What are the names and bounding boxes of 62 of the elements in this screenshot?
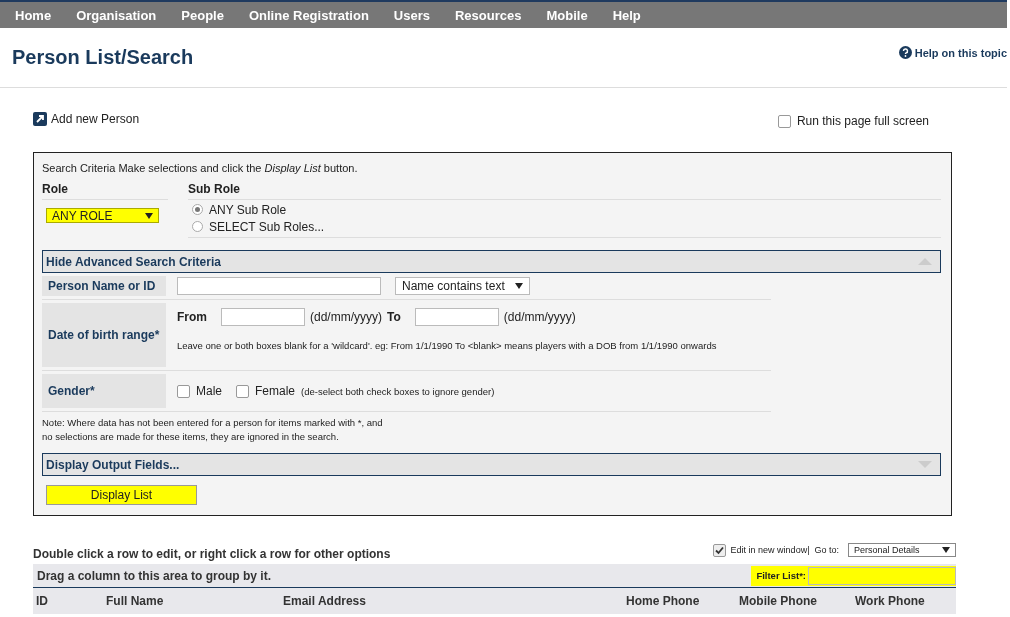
column-header[interactable]: Email Address <box>283 594 626 608</box>
date-format-hint: (dd/mm/yyyy) <box>503 310 576 324</box>
column-header[interactable]: Full Name <box>106 594 283 608</box>
date-format-hint: (dd/mm/yyyy) <box>310 310 382 324</box>
column-header[interactable]: Home Phone <box>626 594 739 608</box>
gender-hint: (de-select both check boxes to ignore gender) <box>301 385 495 397</box>
date-range-note: Leave one or both boxes blank for a 'wildcard'. eg: From 1/1/1990 To <blank> means players with a DOB from 1/1/1990 onwards <box>177 340 717 351</box>
name-input-field[interactable] <box>177 277 381 295</box>
field-label: Date of birth range* <box>42 303 166 367</box>
field-label: Person Name or ID <box>42 276 166 296</box>
to-label: To <box>387 310 401 324</box>
nav-link[interactable]: People <box>181 7 224 23</box>
nav-link[interactable]: Home <box>15 7 52 23</box>
gender-checkbox[interactable] <box>177 384 190 398</box>
nav-link[interactable]: Mobile <box>546 7 588 23</box>
nav-link[interactable]: Users <box>393 7 430 23</box>
nav-link[interactable]: Online Registration <box>248 7 369 23</box>
column-header[interactable]: ID <box>36 594 106 608</box>
gender-checkbox[interactable] <box>236 384 249 398</box>
page-title: Person List/Search <box>12 46 194 69</box>
edit-window-label: Edit in new window| <box>730 545 810 555</box>
from-label: From <box>177 310 207 324</box>
search-intro: Search Criteria Make selections and click the Display List button. <box>42 162 359 174</box>
column-header[interactable]: Work Phone <box>855 594 959 608</box>
caret-icon <box>514 283 523 289</box>
display-list-button[interactable]: Display List <box>46 485 197 505</box>
sub-role-label: Sub Role <box>188 182 941 200</box>
nav-link[interactable]: Help <box>612 7 641 23</box>
section-header[interactable]: Display Output Fields... <box>42 453 941 476</box>
filter-input-field[interactable] <box>808 566 956 585</box>
edit-window-checkbox[interactable] <box>712 543 726 557</box>
filter-label: Filter List*: <box>756 570 806 581</box>
nav-link[interactable]: Organisation <box>76 7 157 23</box>
group-by-hint: Drag a column to this area to group by it. <box>37 568 272 583</box>
note-text: no selections are made for these items, they are ignored in the search. <box>42 430 340 444</box>
column-header[interactable]: Mobile Phone <box>739 594 855 608</box>
add-person-link[interactable]: Add new Person <box>51 112 140 126</box>
radio-label: ANY Sub Role <box>209 202 287 217</box>
gender-label: Male <box>196 384 222 398</box>
goto-dropdown[interactable]: Personal Details <box>848 543 956 557</box>
goto-label: Go to: <box>814 545 839 555</box>
gender-label: Female <box>255 384 296 398</box>
help-link[interactable]: Help on this topic <box>914 46 1007 59</box>
grid-instruction: Double click a row to edit, or right click a row for other options <box>33 547 391 561</box>
radio-label: SELECT Sub Roles... <box>209 219 325 234</box>
role-label: Role <box>42 182 168 200</box>
radio-button[interactable] <box>192 204 203 215</box>
note-text: Note: Where data has not been entered for a person for items marked with *, and <box>42 416 384 430</box>
from-date-field[interactable] <box>221 308 305 326</box>
caret-icon <box>145 212 153 219</box>
arrow-icon[interactable] <box>33 112 47 126</box>
to-date-field[interactable] <box>414 308 499 326</box>
radio-button[interactable] <box>192 221 203 232</box>
full-screen-label: Run this page full screen <box>796 114 929 128</box>
help-icon[interactable] <box>898 46 912 59</box>
nav-link[interactable]: Resources <box>455 7 522 23</box>
full-screen-checkbox[interactable] <box>777 114 791 128</box>
field-label: Gender* <box>42 374 166 408</box>
caret-icon <box>942 547 950 553</box>
role-dropdown[interactable]: ANY ROLE <box>46 208 159 223</box>
match-dropdown[interactable]: Name contains text <box>395 277 530 295</box>
section-header[interactable]: Hide Advanced Search Criteria <box>42 250 941 273</box>
